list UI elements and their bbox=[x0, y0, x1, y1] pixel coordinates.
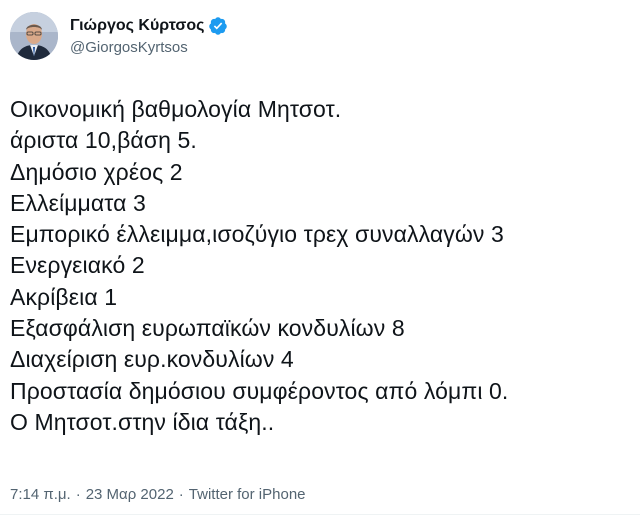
tweet-line: Προστασία δημόσιου συμφέροντος από λόμπι… bbox=[10, 377, 509, 404]
tweet-line: Ακρίβεια 1 bbox=[10, 283, 118, 310]
tweet-card: Γιώργος Κύρτσος @GiorgosKyrtsos Οικονομι… bbox=[0, 0, 640, 515]
tweet-line: Δημόσιο χρέος 2 bbox=[10, 158, 183, 185]
tweet-line: Εμπορικό έλλειμμα,ισοζύγιο τρεχ συναλλαγ… bbox=[10, 221, 504, 248]
tweet-timestamp-date[interactable]: 23 Μαρ 2022 bbox=[86, 486, 174, 503]
tweet-line: Εξασφάλιση ευρωπαϊκών κονδυλίων 8 bbox=[10, 315, 405, 342]
verified-badge-icon bbox=[208, 16, 228, 36]
tweet-meta: 7:14 π.μ. · 23 Μαρ 2022 · Twitter for iP… bbox=[10, 486, 306, 503]
tweet-line: Ελλείμματα 3 bbox=[10, 189, 146, 216]
tweet-header: Γιώργος Κύρτσος @GiorgosKyrtsos bbox=[10, 12, 228, 60]
avatar[interactable] bbox=[10, 12, 58, 60]
avatar-portrait-icon bbox=[10, 12, 58, 60]
tweet-source[interactable]: Twitter for iPhone bbox=[189, 486, 306, 503]
tweet-line: Οικονομική βαθμολογία Μητσοτ. bbox=[10, 96, 342, 122]
meta-separator: · bbox=[178, 486, 184, 503]
tweet-line: Ενεργειακό 2 bbox=[10, 252, 145, 279]
tweet-timestamp-time[interactable]: 7:14 π.μ. bbox=[10, 486, 71, 503]
display-name-row: Γιώργος Κύρτσος bbox=[70, 16, 228, 36]
meta-separator: · bbox=[75, 486, 81, 503]
author-names: Γιώργος Κύρτσος @GiorgosKyrtsos bbox=[70, 16, 228, 56]
user-handle[interactable]: @GiorgosKyrtsos bbox=[70, 39, 228, 56]
tweet-line: Ο Μητσοτ.στην ίδια τάξη.. bbox=[10, 408, 275, 435]
tweet-line: άριστα 10,βάση 5. bbox=[10, 127, 197, 154]
tweet-text: Οικονομική βαθμολογία Μητσοτ. άριστα 10,… bbox=[10, 94, 630, 438]
display-name[interactable]: Γιώργος Κύρτσος bbox=[70, 17, 204, 35]
tweet-line: Διαχείριση ευρ.κονδυλίων 4 bbox=[10, 346, 294, 373]
